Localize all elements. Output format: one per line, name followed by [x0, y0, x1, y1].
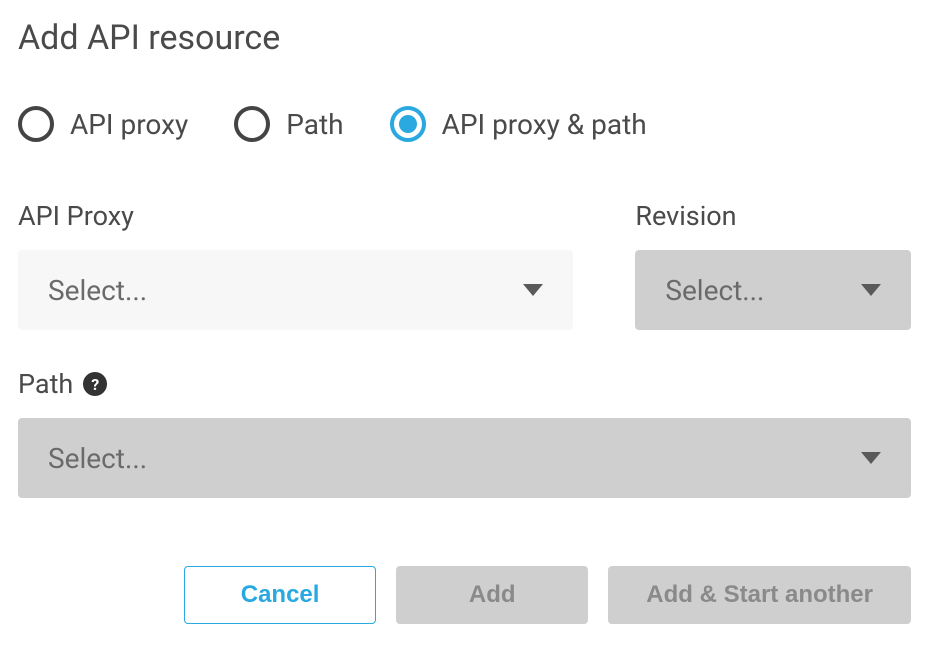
- chevron-down-icon: [861, 452, 881, 464]
- radio-circle-icon: [234, 106, 270, 142]
- resource-type-radio-group: API proxy Path API proxy & path: [18, 106, 911, 142]
- revision-select[interactable]: Select...: [635, 250, 911, 330]
- radio-path[interactable]: Path: [234, 106, 343, 142]
- radio-circle-icon: [390, 106, 426, 142]
- api-proxy-select[interactable]: Select...: [18, 250, 573, 330]
- field-api-proxy: API Proxy Select...: [18, 200, 573, 330]
- field-revision: Revision Select...: [635, 200, 911, 330]
- revision-label: Revision: [635, 200, 736, 232]
- chevron-down-icon: [523, 284, 543, 296]
- chevron-down-icon: [861, 284, 881, 296]
- select-placeholder: Select...: [48, 442, 147, 475]
- path-select[interactable]: Select...: [18, 418, 911, 498]
- cancel-button[interactable]: Cancel: [184, 566, 376, 624]
- radio-label: Path: [286, 108, 343, 141]
- dialog-actions: Cancel Add Add & Start another: [184, 566, 911, 624]
- add-start-another-button[interactable]: Add & Start another: [608, 566, 911, 624]
- radio-api-proxy[interactable]: API proxy: [18, 106, 188, 142]
- select-placeholder: Select...: [665, 274, 764, 307]
- radio-label: API proxy & path: [442, 108, 647, 141]
- radio-label: API proxy: [70, 108, 188, 141]
- radio-circle-icon: [18, 106, 54, 142]
- radio-api-proxy-path[interactable]: API proxy & path: [390, 106, 647, 142]
- select-placeholder: Select...: [48, 274, 147, 307]
- page-title: Add API resource: [18, 18, 911, 58]
- field-path: Path ? Select...: [18, 368, 911, 498]
- help-icon[interactable]: ?: [83, 372, 107, 396]
- add-button[interactable]: Add: [396, 566, 588, 624]
- api-proxy-label: API Proxy: [18, 200, 134, 232]
- path-label: Path: [18, 368, 73, 400]
